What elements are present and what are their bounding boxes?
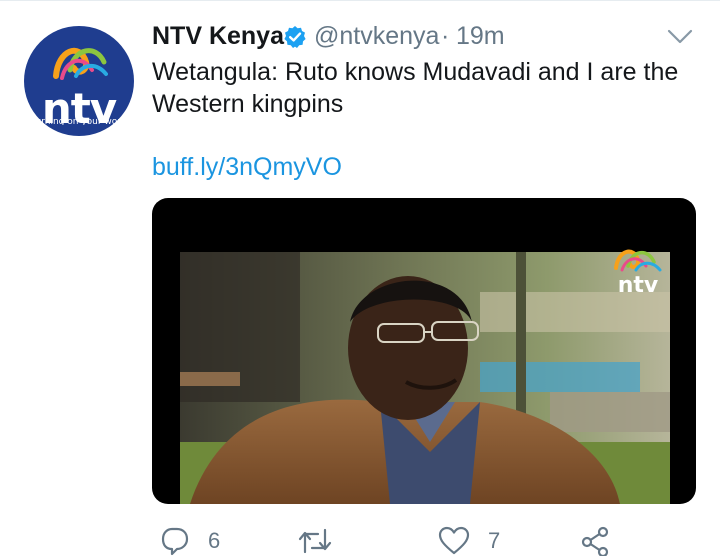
reply-icon xyxy=(161,527,189,556)
reply-count: 6 xyxy=(208,528,221,553)
avatar-tagline: turning on your world xyxy=(32,117,128,125)
top-divider xyxy=(0,0,720,1)
tweet-text: Wetangula: Ruto knows Mudavadi and I are… xyxy=(152,58,679,118)
watermark-text: ntv xyxy=(618,273,659,298)
verified-badge-icon xyxy=(284,26,306,48)
heart-icon xyxy=(438,526,470,555)
video-frame[interactable] xyxy=(180,252,670,504)
account-name[interactable]: NTV Kenya xyxy=(152,22,284,51)
avatar-tagline-wrap: turning on your world xyxy=(32,111,128,125)
like-count: 7 xyxy=(488,528,501,553)
ntv-watermark-logo-icon: ntv xyxy=(614,249,662,298)
chevron-down-icon[interactable] xyxy=(667,29,693,45)
reply-button[interactable]: 6 xyxy=(160,526,220,556)
like-button[interactable]: 7 xyxy=(438,526,500,556)
video-card[interactable]: ntv xyxy=(152,198,696,504)
video-still-image xyxy=(180,252,670,504)
share-button[interactable] xyxy=(580,526,610,556)
tweet-timestamp[interactable]: 19m xyxy=(456,22,505,51)
account-handle[interactable]: @ntvkenya xyxy=(314,22,439,51)
share-icon xyxy=(581,526,609,556)
ntv-watermark: ntv xyxy=(608,244,668,305)
tweet-link[interactable]: buff.ly/3nQmyVO xyxy=(152,153,342,182)
ntv-swirl-logo-icon xyxy=(53,47,108,80)
retweet-button[interactable] xyxy=(298,526,350,556)
separator-dot: · xyxy=(441,22,450,50)
retweet-icon xyxy=(298,528,332,554)
